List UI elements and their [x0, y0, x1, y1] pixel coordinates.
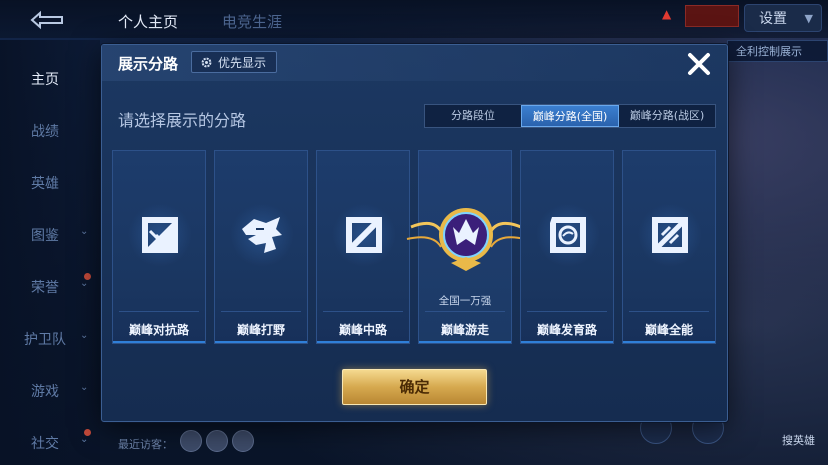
confirm-button[interactable]: 确定 — [342, 369, 487, 405]
display-lane-dialog: 展示分路 优先显示 请选择展示的分路 分路段位 巅峰分路(全国) 巅峰分路(战区… — [101, 44, 728, 422]
lane-card-all-round[interactable]: 巅峰全能 — [622, 150, 716, 344]
avatar[interactable] — [180, 430, 202, 452]
sword-icon — [142, 217, 178, 253]
gear-icon — [201, 57, 212, 68]
sidebar-item-label: 护卫队 — [24, 332, 66, 348]
sidebar-item-honor[interactable]: 荣誉 ⌄ — [0, 271, 100, 301]
card-divider — [119, 311, 199, 312]
sidebar-item-label: 游戏 — [31, 384, 59, 400]
lane-name: 巅峰游走 — [440, 323, 489, 337]
search-hero-label[interactable]: 搜英雄 — [782, 432, 815, 448]
alert-icon: ▲ — [662, 7, 672, 21]
lane-card-top[interactable]: 巅峰对抗路 — [112, 150, 206, 344]
dragon-icon — [242, 217, 282, 253]
sidebar-item-home[interactable]: 主页 — [0, 63, 100, 93]
sidebar-item-codex[interactable]: 图鉴 ⌄ — [0, 219, 100, 249]
chevron-down-icon: ⌄ — [80, 434, 89, 445]
notice-badge[interactable] — [685, 5, 739, 27]
lane-card-mid[interactable]: 巅峰中路 — [316, 150, 410, 344]
tab-lane-rank[interactable]: 分路段位 — [425, 105, 521, 127]
display-control-label: 全利控制展示 — [736, 45, 802, 58]
chevron-down-icon: ⌄ — [80, 382, 89, 393]
card-divider — [323, 311, 403, 312]
tab-peak-lane-national[interactable]: 巅峰分路(全国) — [521, 105, 619, 127]
lane-card-bot[interactable]: 巅峰发育路 — [520, 150, 614, 344]
priority-display-button[interactable]: 优先显示 — [191, 51, 277, 73]
lane-name: 巅峰中路 — [338, 323, 387, 337]
dialog-title: 展示分路 — [118, 55, 179, 73]
chevron-down-icon: ▼ — [804, 12, 813, 25]
display-control-button[interactable]: 全利控制展示 — [727, 40, 828, 62]
all-round-icon — [652, 217, 688, 253]
lane-name: 巅峰全能 — [644, 323, 693, 337]
card-divider — [629, 311, 709, 312]
rank-badge-text: 全国一万强 — [438, 295, 492, 307]
support-emblem-icon — [406, 208, 526, 271]
card-divider — [425, 311, 505, 312]
back-icon[interactable] — [24, 10, 68, 30]
lane-card-jungle[interactable]: 巅峰打野 — [214, 150, 308, 344]
tab-personal-home[interactable]: 个人主页 — [118, 11, 178, 32]
lane-name: 巅峰发育路 — [536, 323, 597, 337]
settings-button[interactable]: 设置 ▼ — [744, 4, 822, 32]
sidebar-item-label: 主页 — [31, 72, 59, 88]
chevron-down-icon: ⌄ — [80, 278, 89, 289]
card-divider — [527, 311, 607, 312]
dialog-header: 展示分路 优先显示 — [102, 45, 727, 81]
sidebar-item-label: 战绩 — [31, 124, 59, 140]
sidebar-item-label: 社交 — [31, 436, 59, 452]
sidebar-item-label: 荣誉 — [31, 280, 59, 296]
sidebar: 主页 战绩 英雄 图鉴 ⌄ 荣誉 ⌄ 护卫队 ⌄ 游戏 ⌄ 社交 ⌄ — [0, 40, 100, 465]
lane-card-support[interactable]: 全国一万强 巅峰游走 — [406, 150, 526, 344]
close-icon[interactable] — [686, 51, 712, 77]
settings-label: 设置 — [759, 11, 787, 27]
archer-icon — [550, 217, 586, 253]
recent-visitors-label: 最近访客： — [118, 438, 173, 451]
staff-icon — [346, 217, 382, 253]
card-divider — [221, 311, 301, 312]
priority-display-label: 优先显示 — [218, 56, 267, 70]
sidebar-item-games[interactable]: 游戏 ⌄ — [0, 375, 100, 405]
top-bar: 个人主页 电竞生涯 ▲ 设置 ▼ — [0, 0, 828, 38]
sidebar-item-guard-team[interactable]: 护卫队 ⌄ — [0, 323, 100, 353]
sidebar-item-record[interactable]: 战绩 — [0, 115, 100, 145]
chevron-down-icon: ⌄ — [80, 226, 89, 237]
lane-name: 巅峰打野 — [236, 323, 285, 337]
tab-peak-lane-region[interactable]: 巅峰分路(战区) — [619, 105, 715, 127]
chevron-down-icon: ⌄ — [80, 330, 89, 341]
sidebar-item-label: 图鉴 — [31, 228, 59, 244]
sidebar-item-label: 英雄 — [31, 176, 59, 192]
avatar[interactable] — [206, 430, 228, 452]
avatar[interactable] — [232, 430, 254, 452]
tab-esports-career[interactable]: 电竞生涯 — [222, 11, 282, 32]
lane-name: 巅峰对抗路 — [128, 323, 189, 337]
sidebar-item-heroes[interactable]: 英雄 — [0, 167, 100, 197]
sidebar-item-social[interactable]: 社交 ⌄ — [0, 427, 100, 457]
dialog-subtitle: 请选择展示的分路 — [118, 111, 247, 130]
lane-source-tabs: 分路段位 巅峰分路(全国) 巅峰分路(战区) — [424, 104, 716, 128]
